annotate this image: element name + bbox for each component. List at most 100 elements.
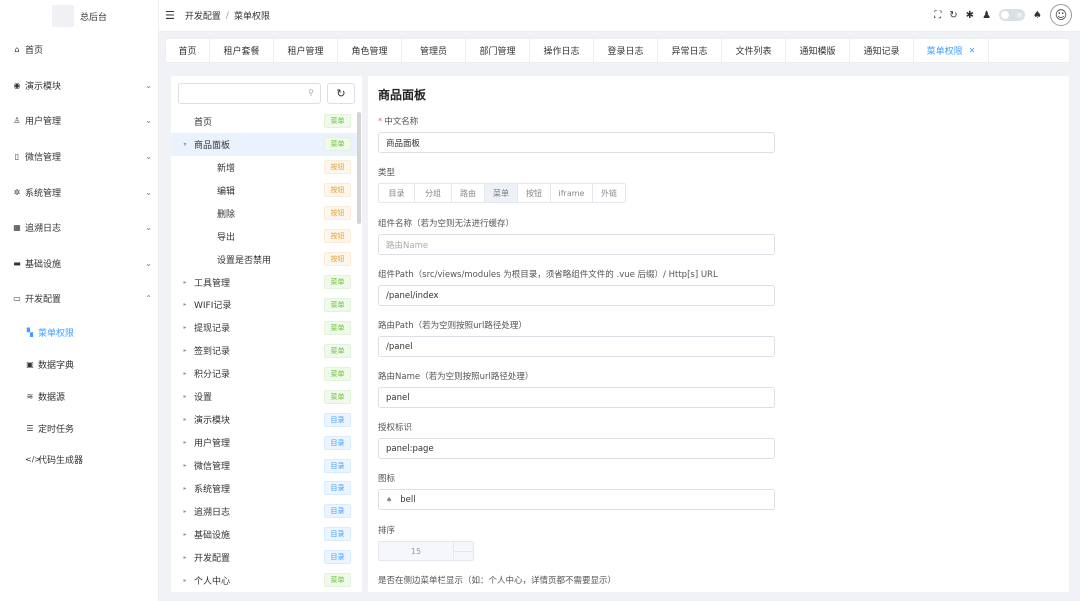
sidebar-item-mobile[interactable]: ▯ 微信管理 ⌄ xyxy=(0,139,158,175)
tree-search-input[interactable]: ⚲ xyxy=(178,83,321,104)
tree-node[interactable]: 新增 按钮 xyxy=(171,156,357,179)
tab-8[interactable]: 异常日志 xyxy=(658,39,722,62)
expand-arrow-icon[interactable]: ▸ xyxy=(181,347,189,354)
tree-node[interactable]: 删除 按钮 xyxy=(171,202,357,225)
sidebar-item-demo[interactable]: ◉ 演示模块 ⌄ xyxy=(0,68,158,104)
sidebar-item-gear[interactable]: ✲ 系统管理 ⌄ xyxy=(0,174,158,210)
expand-arrow-icon[interactable]: ▸ xyxy=(181,462,189,469)
fullscreen-icon[interactable]: ⛶ xyxy=(934,10,941,21)
sidebar-item-dev[interactable]: ▭ 开发配置 ⌃ xyxy=(0,281,158,317)
tree-node[interactable]: ▸ WIFI记录 菜单 xyxy=(171,294,357,317)
tree-node[interactable]: ▸ 积分记录 菜单 xyxy=(171,362,357,385)
refresh-icon[interactable]: ↻ xyxy=(949,10,957,21)
tab-5[interactable]: 部门管理 xyxy=(466,39,530,62)
expand-arrow-icon[interactable]: ▸ xyxy=(181,531,189,538)
type-option-3[interactable]: 菜单 xyxy=(485,183,518,203)
tab-3[interactable]: 角色管理 xyxy=(338,39,402,62)
tab-2[interactable]: 租户管理 xyxy=(274,39,338,62)
expand-arrow-icon[interactable]: ▸ xyxy=(181,416,189,423)
stepper-controls[interactable] xyxy=(453,542,473,560)
close-icon[interactable]: ✕ xyxy=(969,46,976,55)
tree-node[interactable]: ▸ 设置 菜单 xyxy=(171,385,357,408)
tree-node[interactable]: ▸ 个人中心 菜单 xyxy=(171,569,357,592)
expand-arrow-icon[interactable]: ▸ xyxy=(181,370,189,377)
sort-stepper[interactable]: 15 xyxy=(378,541,474,561)
tree-node[interactable]: ▸ 追溯日志 目录 xyxy=(171,500,357,523)
sidebar-item-home[interactable]: ⌂ 首页 xyxy=(0,32,158,68)
tree-node[interactable]: ▸ 基础设施 目录 xyxy=(171,523,357,546)
tree-node[interactable]: ▸ 提现记录 菜单 xyxy=(171,316,357,339)
auth-input[interactable]: panel:page xyxy=(378,438,775,459)
tree-node-label: 开发配置 xyxy=(194,553,231,564)
expand-arrow-icon[interactable]: ▸ xyxy=(181,485,189,492)
dark-mode-toggle[interactable]: 暗 xyxy=(999,9,1026,21)
tab-4[interactable]: 管理员 xyxy=(402,39,466,62)
tree-node[interactable]: ▸ 用户管理 目录 xyxy=(171,431,357,454)
tree-node[interactable]: ▸ 工具管理 菜单 xyxy=(171,271,357,294)
logo[interactable]: 总后台 xyxy=(0,0,158,32)
tree-node[interactable]: ▸ 演示模块 目录 xyxy=(171,408,357,431)
expand-arrow-icon[interactable]: ▸ xyxy=(181,554,189,561)
expand-arrow-icon[interactable]: ▸ xyxy=(181,439,189,446)
sidebar-item-log[interactable]: ▦ 追溯日志 ⌄ xyxy=(0,210,158,246)
tree-node[interactable]: ▸ 开发配置 目录 xyxy=(171,546,357,569)
tree-node[interactable]: ▾ 商品面板 菜单 xyxy=(171,132,357,156)
tab-label: 首页 xyxy=(178,47,197,57)
node-type-badge: 菜单 xyxy=(324,275,351,290)
tab-7[interactable]: 登录日志 xyxy=(594,39,658,62)
expand-arrow-icon[interactable]: ▸ xyxy=(181,279,189,286)
type-option-1[interactable]: 分组 xyxy=(415,183,452,203)
type-option-4[interactable]: 按钮 xyxy=(518,183,551,203)
tree-node-label: 工具管理 xyxy=(194,278,231,289)
tree-node[interactable]: 设置是否禁用 按钮 xyxy=(171,248,357,271)
theme-icon[interactable]: ♟ xyxy=(982,10,991,21)
component-path-input[interactable]: /panel/index xyxy=(378,285,775,306)
sidebar-subitem-dictionary[interactable]: ▣ 数据字典 xyxy=(0,349,158,381)
tree-node[interactable]: 首页 菜单 xyxy=(171,110,357,133)
expand-arrow-icon[interactable]: ▸ xyxy=(181,301,189,308)
name-input[interactable]: 商品面板 xyxy=(378,132,775,153)
tab-1[interactable]: 租户套餐 xyxy=(210,39,274,62)
expand-arrow-icon[interactable]: ▾ xyxy=(181,141,189,148)
sidebar-subitem-code[interactable]: </> 代码生成器 xyxy=(0,444,158,476)
tab-label: 文件列表 xyxy=(735,47,772,57)
sidebar-subitem-database[interactable]: ≋ 数据源 xyxy=(0,380,158,412)
tree-node[interactable]: ▸ 签到记录 菜单 xyxy=(171,339,357,362)
menu-fold-icon[interactable]: ☰ xyxy=(165,9,175,22)
tab-9[interactable]: 文件列表 xyxy=(722,39,786,62)
bell-icon[interactable]: ♠ xyxy=(1033,10,1042,21)
tree-node[interactable]: ▸ 系统管理 目录 xyxy=(171,477,357,500)
tab-11[interactable]: 通知记录 xyxy=(850,39,914,62)
sidebar-item-user[interactable]: ♙ 用户管理 ⌄ xyxy=(0,103,158,139)
tab-6[interactable]: 操作日志 xyxy=(530,39,594,62)
tree-node-label: 系统管理 xyxy=(194,484,231,495)
type-option-2[interactable]: 路由 xyxy=(452,183,485,203)
expand-arrow-icon[interactable]: ▸ xyxy=(181,577,189,584)
icon-input[interactable]: ♠ bell xyxy=(378,489,775,510)
node-type-badge: 菜单 xyxy=(324,320,351,335)
expand-arrow-icon[interactable]: ▸ xyxy=(181,508,189,515)
tree-refresh-button[interactable]: ↻ xyxy=(327,83,355,104)
expand-arrow-icon[interactable]: ▸ xyxy=(181,324,189,331)
avatar[interactable]: ☺ xyxy=(1050,4,1072,26)
settings-icon[interactable]: ✱ xyxy=(966,10,974,21)
route-name-input[interactable]: panel xyxy=(378,387,775,408)
tree-node[interactable]: 导出 按钮 xyxy=(171,225,357,248)
tree-scrollbar[interactable] xyxy=(357,112,361,224)
sidebar-subitem-list[interactable]: ☰ 定时任务 xyxy=(0,412,158,444)
tab-0[interactable]: 首页 xyxy=(166,39,210,62)
type-option-0[interactable]: 目录 xyxy=(378,183,415,203)
breadcrumb-item-dev-config[interactable]: 开发配置 xyxy=(185,9,221,22)
route-path-input[interactable]: /panel xyxy=(378,336,775,357)
tree-node[interactable]: 编辑 按钮 xyxy=(171,179,357,202)
type-option-6[interactable]: 外链 xyxy=(593,183,626,203)
type-option-5[interactable]: iframe xyxy=(551,183,593,203)
tab-12[interactable]: 菜单权限 ✕ xyxy=(914,39,989,62)
tree-node[interactable]: ▸ 微信管理 目录 xyxy=(171,454,357,477)
node-type-badge: 按钮 xyxy=(324,229,351,244)
sidebar-item-folder[interactable]: ▬ 基础设施 ⌄ xyxy=(0,246,158,282)
sidebar-subitem-grid[interactable]: ▚ 菜单权限 xyxy=(0,317,158,349)
component-name-input[interactable]: 路由Name xyxy=(378,234,775,255)
tab-10[interactable]: 通知模版 xyxy=(786,39,850,62)
expand-arrow-icon[interactable]: ▸ xyxy=(181,393,189,400)
